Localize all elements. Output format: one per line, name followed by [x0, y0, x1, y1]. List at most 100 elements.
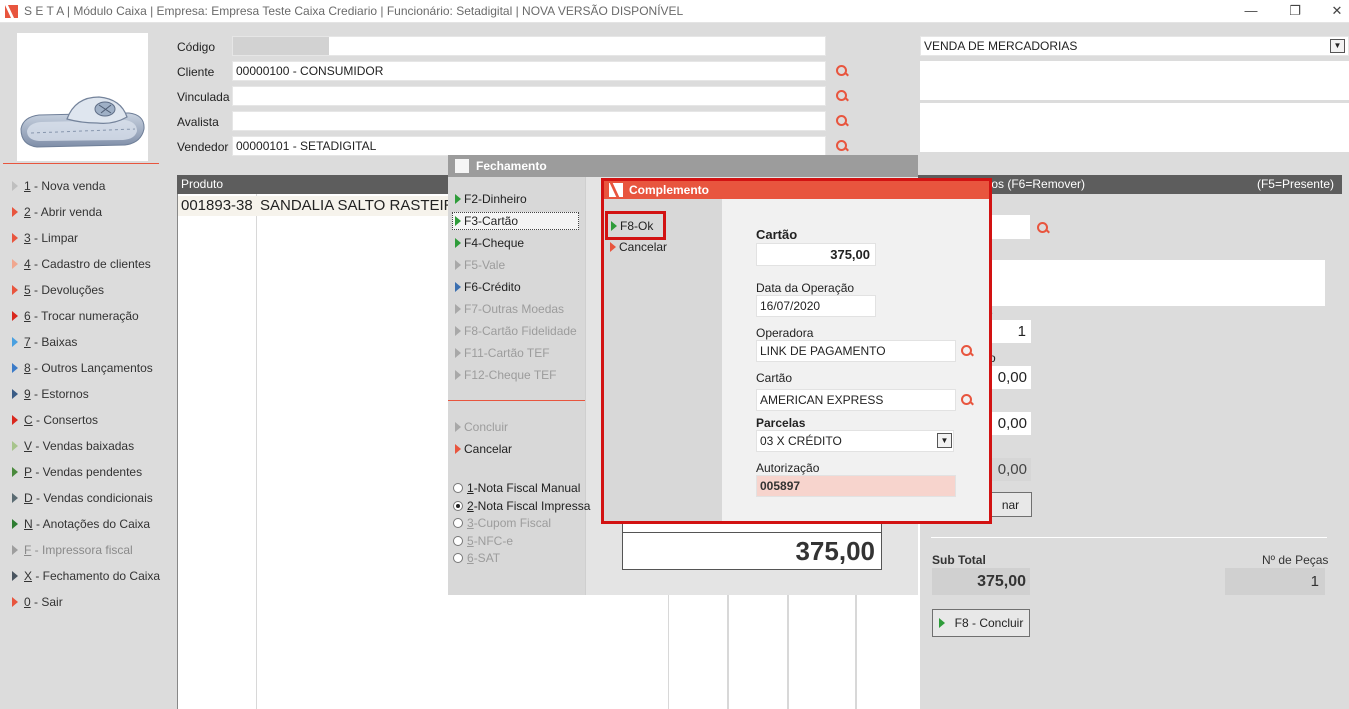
- payment-option-label: F4-Cheque: [464, 236, 525, 250]
- parcelas-select[interactable]: 03 X CRÉDITO: [756, 430, 954, 452]
- close-button[interactable]: ✕: [1322, 2, 1349, 20]
- complemento-logo-icon: [609, 183, 623, 197]
- complemento-cancelar-label: Cancelar: [619, 240, 668, 254]
- sidebar-item-7[interactable]: 7 - Baixas: [12, 332, 77, 352]
- payment-option[interactable]: F4-Cheque: [455, 234, 524, 252]
- vinculada-field[interactable]: [232, 86, 826, 106]
- fechamento-cancelar-label: Cancelar: [464, 442, 513, 456]
- sidebar-item-x[interactable]: X - Fechamento do Caixa: [12, 566, 160, 586]
- sidebar-item-6[interactable]: 6 - Trocar numeração: [12, 306, 139, 326]
- sidebar-item-c[interactable]: C - Consertos: [12, 410, 98, 430]
- cancelar-arrow-icon: [455, 444, 461, 454]
- parcelas-label: Parcelas: [756, 416, 806, 430]
- fechamento-cancelar[interactable]: Cancelar: [455, 440, 512, 458]
- operation-dropdown-chevron-icon[interactable]: ▼: [1330, 39, 1345, 53]
- document-type-radio[interactable]: 1 -Nota Fiscal Manual: [453, 479, 580, 497]
- payment-option-label: F8-Cartão Fidelidade: [464, 324, 577, 338]
- menu-item-label: - Outros Lançamentos: [30, 361, 153, 375]
- document-type-label: -Cupom Fiscal: [473, 516, 552, 530]
- data-operacao-field[interactable]: 16/07/2020: [756, 295, 876, 317]
- vendedor-search-icon[interactable]: [835, 139, 849, 153]
- menu-item-label: - Sair: [30, 595, 63, 609]
- ok-button[interactable]: F8-Ok: [605, 211, 666, 240]
- grid-lower-divider: [668, 595, 669, 709]
- menu-arrow-icon: [12, 597, 18, 607]
- sidebar-item-1[interactable]: 1 - Nova venda: [12, 176, 105, 196]
- sidebar-item-5[interactable]: 5 - Devoluções: [12, 280, 104, 300]
- concluir-button[interactable]: F8 - Concluir: [932, 609, 1030, 637]
- right-action-button[interactable]: nar: [989, 492, 1032, 517]
- payment-arrow-icon: [455, 370, 461, 380]
- right-search-icon[interactable]: [1036, 221, 1050, 235]
- avalista-field[interactable]: [232, 111, 826, 131]
- right-header-right: (F5=Presente): [1256, 177, 1334, 191]
- product-photo: [17, 33, 148, 161]
- minimize-button[interactable]: —: [1236, 2, 1266, 20]
- sidebar-item-8[interactable]: 8 - Outros Lançamentos: [12, 358, 153, 378]
- document-type-radio[interactable]: 2 -Nota Fiscal Impressa: [453, 497, 590, 515]
- sidebar-item-n[interactable]: N - Anotações do Caixa: [12, 514, 150, 534]
- menu-item-label: - Baixas: [30, 335, 78, 349]
- quantity-field[interactable]: 1: [989, 320, 1031, 343]
- observation-box-1[interactable]: [920, 61, 1349, 100]
- observation-box-2[interactable]: [920, 103, 1349, 152]
- cliente-field[interactable]: 00000100 - CONSUMIDOR: [232, 61, 826, 81]
- sidebar-item-d[interactable]: D - Vendas condicionais: [12, 488, 153, 508]
- valor-field[interactable]: 375,00: [756, 243, 876, 266]
- autorizacao-field[interactable]: 005897: [756, 475, 956, 497]
- sidebar-item-0[interactable]: 0 - Sair: [12, 592, 63, 612]
- sidebar-item-2[interactable]: 2 - Abrir venda: [12, 202, 102, 222]
- payment-arrow-icon: [455, 238, 461, 248]
- operadora-search-icon[interactable]: [960, 344, 974, 358]
- payment-option[interactable]: F3-Cartão: [452, 212, 579, 230]
- menu-shortcut-key: 9: [24, 387, 31, 401]
- menu-item-label: - Vendas pendentes: [32, 465, 143, 479]
- menu-arrow-icon: [12, 571, 18, 581]
- payment-arrow-icon: [455, 260, 461, 270]
- complemento-titlebar: Complemento: [604, 181, 989, 199]
- payment-option: F7-Outras Moedas: [455, 300, 564, 318]
- payment-option[interactable]: F2-Dinheiro: [455, 190, 527, 208]
- sidebar-item-9[interactable]: 9 - Estornos: [12, 384, 89, 404]
- vendedor-field[interactable]: 00000101 - SETADIGITAL: [232, 136, 826, 156]
- menu-arrow-icon: [12, 233, 18, 243]
- menu-arrow-icon: [12, 311, 18, 321]
- right-code-field[interactable]: [989, 215, 1030, 239]
- value-field-1[interactable]: 0,00: [989, 366, 1031, 389]
- avalista-search-icon[interactable]: [835, 114, 849, 128]
- parcelas-chevron-down-icon[interactable]: ▼: [937, 433, 952, 448]
- menu-shortcut-key: 4: [24, 257, 31, 271]
- sidebar-item-v[interactable]: V - Vendas baixadas: [12, 436, 134, 456]
- menu-item-label: - Consertos: [32, 413, 99, 427]
- value-field-2[interactable]: 0,00: [989, 412, 1031, 435]
- menu-item-label: - Nova venda: [30, 179, 106, 193]
- restore-button[interactable]: ❐: [1280, 2, 1310, 20]
- cancelar-arrow-icon: [610, 242, 616, 252]
- sidebar-item-4[interactable]: 4 - Cadastro de clientes: [12, 254, 151, 274]
- document-type-radio: 3 -Cupom Fiscal: [453, 514, 551, 532]
- payment-arrow-icon: [455, 326, 461, 336]
- vinculada-search-icon[interactable]: [835, 89, 849, 103]
- menu-item-label: - Anotações do Caixa: [32, 517, 151, 531]
- sidebar-item-p[interactable]: P - Vendas pendentes: [12, 462, 142, 482]
- pecas-value: 1: [1225, 568, 1325, 595]
- subtotal-value: 375,00: [932, 568, 1030, 595]
- grid-lower-divider: [727, 595, 728, 709]
- cartao-field[interactable]: AMERICAN EXPRESS: [756, 389, 956, 411]
- payment-option-label: F11-Cartão TEF: [464, 346, 550, 360]
- codigo-field[interactable]: [232, 36, 826, 56]
- operation-type-select[interactable]: VENDA DE MERCADORIAS: [920, 36, 1349, 56]
- payment-option[interactable]: F6-Crédito: [455, 278, 521, 296]
- complemento-cancelar-button[interactable]: Cancelar: [610, 240, 667, 254]
- window-title: S E T A | Módulo Caixa | Empresa: Empres…: [24, 4, 684, 18]
- payment-option-label: F5-Vale: [464, 258, 506, 272]
- operadora-field[interactable]: LINK DE PAGAMENTO: [756, 340, 956, 362]
- cliente-search-icon[interactable]: [835, 64, 849, 78]
- vendedor-label: Vendedor: [177, 140, 229, 154]
- cartao-search-icon[interactable]: [960, 393, 974, 407]
- parcelas-value: 03 X CRÉDITO: [760, 434, 842, 448]
- data-operacao-label: Data da Operação: [756, 281, 855, 295]
- radio-icon: [453, 483, 463, 493]
- sidebar-item-3[interactable]: 3 - Limpar: [12, 228, 78, 248]
- menu-arrow-icon: [12, 259, 18, 269]
